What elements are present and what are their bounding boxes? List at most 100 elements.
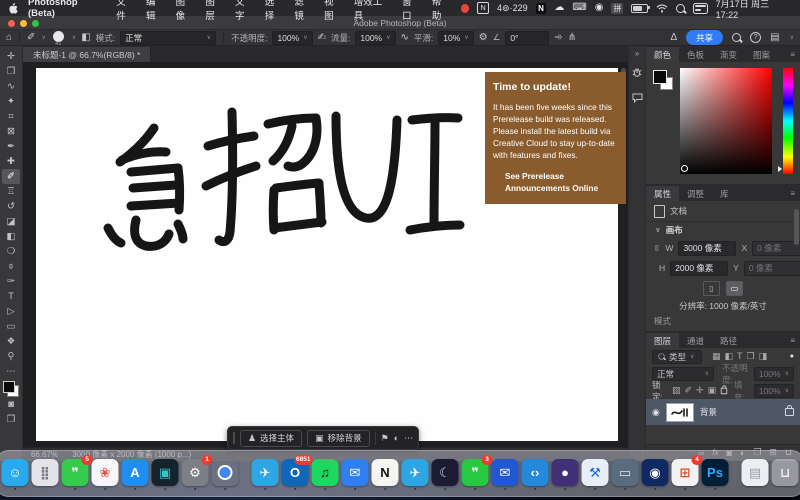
layer-filter-select[interactable]: 类型∨	[652, 350, 702, 364]
dock-outlook[interactable]: O6851	[282, 459, 309, 486]
frame-tool[interactable]: ⊠	[2, 124, 20, 139]
filter-adjustment-layers-icon[interactable]: ◧	[725, 352, 734, 361]
more-options-icon[interactable]: ⋯	[404, 433, 413, 444]
smoothing-gear-icon[interactable]: ⚙	[479, 33, 488, 43]
layer-name[interactable]: 背景	[700, 406, 717, 418]
lock-artboard-icon[interactable]: ▣	[708, 386, 717, 395]
type-tool[interactable]: T	[2, 289, 20, 304]
keyboard-icon[interactable]: ⌨	[572, 3, 586, 13]
filter-type-layers-icon[interactable]: T	[737, 352, 743, 361]
tomato-app-icon[interactable]	[461, 4, 470, 13]
menubar-datetime[interactable]: 7月17日 周三 17:22	[716, 0, 792, 20]
menu-item-8[interactable]: 增效工具	[354, 0, 391, 22]
dock-telegram[interactable]: ✈	[252, 459, 279, 486]
dock-game-app[interactable]: ☾	[432, 459, 459, 486]
menu-item-3[interactable]: 图层	[205, 0, 224, 22]
filter-smart-objects-icon[interactable]: ◨	[759, 352, 768, 361]
control-center-icon[interactable]	[693, 3, 708, 14]
dock-mail-blue-2[interactable]: ✉	[492, 459, 519, 486]
eraser-tool[interactable]: ◪	[2, 214, 20, 229]
document-tab[interactable]: 未标题-1 @ 66.7%(RGB/8) *	[23, 47, 151, 62]
cloud-icon[interactable]: ☁	[554, 3, 564, 13]
lasso-tool[interactable]: ∿	[2, 79, 20, 94]
properties-tab-2[interactable]: 库	[712, 186, 737, 201]
menubar-app-name[interactable]: Photoshop (Beta)	[28, 0, 106, 19]
gradient-tool[interactable]: ◧	[2, 229, 20, 244]
menu-item-4[interactable]: 文字	[235, 0, 254, 22]
layers-tab-1[interactable]: 通道	[679, 333, 712, 348]
menu-item-2[interactable]: 图像	[176, 0, 195, 22]
menu-item-5[interactable]: 选择	[265, 0, 284, 22]
width-field[interactable]: 3000 像素	[678, 241, 736, 256]
menu-item-10[interactable]: 帮助	[432, 0, 451, 22]
comments-icon[interactable]	[632, 90, 643, 108]
edit-toolbar[interactable]: ⋯	[2, 364, 20, 379]
dock-telegram-2[interactable]: ✈	[402, 459, 429, 486]
menu-item-6[interactable]: 滤镜	[294, 0, 313, 22]
color-tab-1[interactable]: 色板	[679, 47, 712, 62]
menu-item-7[interactable]: 视图	[324, 0, 343, 22]
dock-design-app[interactable]: ▣	[152, 459, 179, 486]
dock-ms-app[interactable]: ⊞4	[672, 459, 699, 486]
blend-mode-select[interactable]: 正常∨	[120, 31, 216, 45]
layer-thumbnail[interactable]	[666, 403, 694, 422]
hand-tool[interactable]: ❖	[2, 334, 20, 349]
dock-trash[interactable]: ⊔	[772, 459, 799, 486]
layer-opacity-select[interactable]: 100%∨	[754, 367, 794, 381]
dodge-tool[interactable]: ⌽	[2, 259, 20, 274]
path-select-tool[interactable]: ▷	[2, 304, 20, 319]
dock-photos[interactable]: ❀	[92, 459, 119, 486]
pen-tool[interactable]: ✑	[2, 274, 20, 289]
properties-tab-1[interactable]: 调整	[679, 186, 712, 201]
move-tool[interactable]: ✛	[2, 49, 20, 64]
beta-feedback-icon[interactable]: Δ	[670, 33, 677, 43]
filter-toggle-icon[interactable]: ●	[790, 353, 794, 360]
home-icon[interactable]: ⌂	[6, 33, 12, 43]
brush-preset-icon[interactable]: ✐	[27, 33, 35, 43]
dock-spotify[interactable]: ♫	[312, 459, 339, 486]
panel-menu-icon[interactable]: ≡	[790, 336, 795, 345]
lock-position-icon[interactable]: ✛	[696, 386, 704, 395]
wifi-icon[interactable]	[656, 4, 668, 13]
menu-item-0[interactable]: 文件	[116, 0, 135, 22]
color-cursor[interactable]	[681, 165, 688, 172]
select-subject-button[interactable]: ♟ 选择主体	[240, 430, 302, 447]
foreground-color-swatch[interactable]	[3, 381, 15, 393]
apple-menu-icon[interactable]	[8, 2, 18, 14]
properties-scrollbar[interactable]	[794, 209, 799, 245]
share-button[interactable]: 共享	[686, 30, 723, 45]
layer-row-background[interactable]: ◉ 背景	[646, 399, 800, 425]
taskbar-drag-handle[interactable]	[233, 432, 235, 444]
zoom-window-button[interactable]	[32, 20, 39, 27]
properties-tab-0[interactable]: 属性	[646, 186, 679, 201]
chevron-down-icon[interactable]: ∨	[72, 34, 76, 41]
help-icon[interactable]: ?	[750, 32, 761, 43]
dock-downloads[interactable]: ▤	[742, 459, 769, 486]
quick-mask[interactable]: ◙	[2, 397, 20, 412]
battery-icon[interactable]	[631, 4, 648, 13]
mode-section-label[interactable]: 模式	[654, 315, 671, 327]
saturation-brightness-field[interactable]	[680, 68, 772, 174]
lock-paint-icon[interactable]: ✐	[684, 386, 692, 395]
workspace-layout-icon[interactable]: ▤	[770, 33, 779, 43]
dock-steam[interactable]: ◉	[642, 459, 669, 486]
canvas-section-header[interactable]: ∨ 画布	[646, 222, 800, 238]
canvas-pasteboard[interactable]: ♟ 选择主体 ▣ 移除背景 ⚑ ◐ ⋯ Time to update! It h…	[23, 62, 628, 447]
notification-link[interactable]: See Prerelease Announcements Online	[493, 170, 618, 194]
layers-tab-0[interactable]: 图层	[646, 333, 679, 348]
portrait-orientation-button[interactable]: ▯	[703, 281, 720, 296]
dock-xcode[interactable]: ⚒	[582, 459, 609, 486]
hue-slider[interactable]	[783, 68, 793, 174]
fill-select[interactable]: 100%∨	[754, 384, 794, 398]
smoothing-select[interactable]: 10%∨	[438, 31, 473, 45]
height-field[interactable]: 2000 像素	[670, 261, 728, 276]
magic-wand-tool[interactable]: ✦	[2, 94, 20, 109]
crop-tool[interactable]: ⌗	[2, 109, 20, 124]
dock-photoshop[interactable]: Ps	[702, 459, 729, 486]
brush-tool[interactable]: ✐	[2, 169, 20, 184]
net-stat-text[interactable]: 4⊚·229	[497, 3, 528, 14]
foreground-background-swatches[interactable]	[653, 70, 673, 90]
brush-tip-picker[interactable]: 41	[51, 31, 66, 44]
dock-finder[interactable]: ☺	[2, 459, 29, 486]
screen-mode[interactable]: ❐	[2, 412, 20, 427]
